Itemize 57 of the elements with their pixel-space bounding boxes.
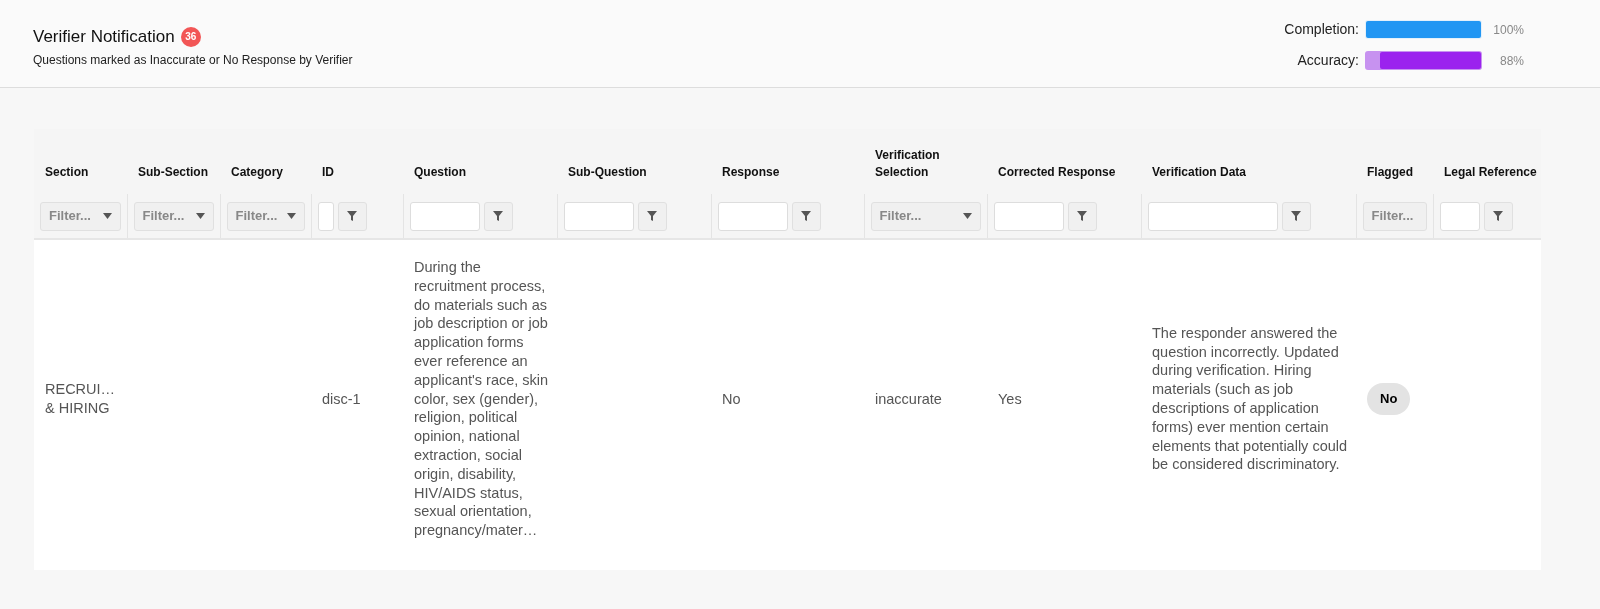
- filter-button[interactable]: [791, 201, 821, 231]
- filter-button[interactable]: [637, 201, 667, 231]
- column-header: ID: [322, 164, 335, 181]
- table-cell-text: During the recruitment process, do materials such as job description or job application forms ever reference an applicant's race, skin color, sex (gender), religion, political opinion, national extraction, social origin, disability, HIV/AIDS status, sexual orientation, pregnancy/mater…: [414, 258, 549, 540]
- column-header: Corrected Response: [998, 164, 1117, 181]
- filter-button[interactable]: [1067, 201, 1097, 231]
- caret-icon: [286, 213, 296, 219]
- filter-icon: [1076, 210, 1088, 222]
- table-cell-text: No: [722, 389, 742, 409]
- filter-dropdown[interactable]: Filter...: [40, 201, 121, 231]
- filter-icon: [492, 210, 504, 222]
- filter-input[interactable]: [317, 201, 334, 231]
- filter-button[interactable]: [1483, 201, 1513, 231]
- table-cell-text: disc-1: [322, 389, 362, 409]
- filter-input[interactable]: [717, 201, 788, 231]
- column-header: Verification Selection: [875, 147, 941, 181]
- metric-label: Completion:: [1284, 20, 1359, 39]
- column-header: Verification Data: [1152, 164, 1248, 181]
- table-cell-text: inaccurate: [875, 389, 943, 409]
- count-badge: 36: [180, 26, 201, 47]
- filter-input[interactable]: [1147, 201, 1278, 231]
- metric-label: Accuracy:: [1297, 51, 1359, 70]
- filter-button[interactable]: [1281, 201, 1311, 231]
- column-header: Sub-Section: [138, 164, 209, 181]
- filter-icon: [1492, 210, 1504, 222]
- flag-pill: No: [1367, 383, 1411, 415]
- filter-dropdown[interactable]: Filter...: [226, 201, 305, 231]
- filter-button[interactable]: [337, 201, 367, 231]
- filter-icon: [800, 210, 812, 222]
- filter-input[interactable]: [1439, 201, 1480, 231]
- filter-input[interactable]: [993, 201, 1064, 231]
- page-subtitle: Questions marked as Inaccurate or No Response by Verifier: [33, 51, 353, 69]
- column-header: Category: [231, 164, 284, 181]
- column-header: Legal Reference: [1444, 164, 1537, 181]
- caret-icon: [102, 213, 112, 219]
- filter-button[interactable]: [483, 201, 513, 231]
- caret-icon: [962, 213, 972, 219]
- column-header: Question: [414, 164, 467, 181]
- filter-dropdown[interactable]: Filter...: [1362, 201, 1427, 231]
- table-cell-text: RECRUI… & HIRING: [45, 380, 117, 418]
- table-cell-text: The responder answered the question incorrectly. Updated during verification. Hiring materials (such as job descriptions of application forms) ever mention certain elements that potentially could be considered discriminatory.: [1152, 323, 1348, 475]
- filter-icon: [1290, 210, 1302, 222]
- filter-input[interactable]: [409, 201, 480, 231]
- filter-icon: [646, 210, 658, 222]
- metric-percent: 100%: [1492, 21, 1524, 39]
- caret-icon: [195, 213, 205, 219]
- filter-icon: [346, 210, 358, 222]
- filter-dropdown[interactable]: Filter...: [133, 201, 214, 231]
- column-header: Response: [722, 164, 781, 181]
- metric-percent: 88%: [1498, 52, 1524, 70]
- column-header: Section: [45, 164, 90, 181]
- filter-dropdown[interactable]: Filter...: [870, 201, 981, 231]
- page-title: Verifier Notification: [33, 26, 175, 48]
- filter-input[interactable]: [563, 201, 634, 231]
- table-cell-text: Yes: [998, 389, 1023, 409]
- column-header: Flagged: [1367, 164, 1414, 181]
- column-header: Sub-Question: [568, 164, 648, 181]
